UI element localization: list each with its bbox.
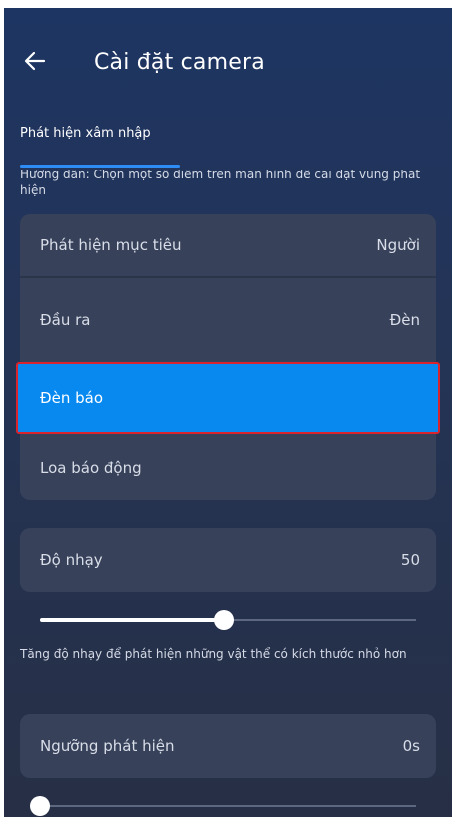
slider-fill xyxy=(40,618,225,622)
app-header: Cài đặt camera xyxy=(4,8,452,108)
arrow-left-icon xyxy=(24,51,46,71)
output-label: Đầu ra xyxy=(40,311,91,329)
back-button[interactable] xyxy=(22,48,48,74)
threshold-card: Ngưỡng phát hiện 0s xyxy=(20,714,436,778)
target-detection-label: Phát hiện mục tiêu xyxy=(40,236,182,254)
option-label: Đèn báo xyxy=(40,389,104,407)
output-option-alarm-speaker[interactable]: Loa báo động xyxy=(20,436,436,500)
guide-text: Hướng dẫn: Chọn một số điểm trên màn hìn… xyxy=(20,170,421,197)
output-value: Đèn xyxy=(389,311,420,329)
threshold-slider[interactable] xyxy=(30,796,416,816)
sensitivity-value: 50 xyxy=(400,551,420,569)
page-title: Cài đặt camera xyxy=(94,50,265,75)
tab-active-indicator xyxy=(20,165,180,168)
target-detection-row[interactable]: Phát hiện mục tiêu Người xyxy=(20,214,436,276)
output-option-indicator-light[interactable]: Đèn báo xyxy=(16,362,440,434)
slider-track xyxy=(40,805,416,807)
threshold-label: Ngưỡng phát hiện xyxy=(40,737,175,755)
target-detection-value: Người xyxy=(376,236,420,254)
sensitivity-hint: Tăng độ nhạy để phát hiện những vật thể … xyxy=(20,647,407,661)
sensitivity-label: Độ nhạy xyxy=(40,551,103,569)
sensitivity-slider[interactable] xyxy=(40,610,416,630)
sensitivity-card: Độ nhạy 50 xyxy=(20,528,436,592)
tab-intrusion-detection[interactable]: Phát hiện xâm nhập xyxy=(20,126,151,141)
camera-settings-screen: Cài đặt camera Phát hiện xâm nhập Hướng … xyxy=(4,8,452,817)
sensitivity-row: Độ nhạy 50 xyxy=(20,528,436,592)
slider-thumb[interactable] xyxy=(214,610,235,630)
slider-thumb[interactable] xyxy=(30,796,50,816)
option-label: Loa báo động xyxy=(40,459,142,477)
threshold-row: Ngưỡng phát hiện 0s xyxy=(20,714,436,778)
threshold-value: 0s xyxy=(402,737,420,755)
output-row[interactable]: Đầu ra Đèn xyxy=(20,278,436,362)
detection-settings-card: Phát hiện mục tiêu Người Đầu ra Đèn Đèn … xyxy=(16,214,440,500)
